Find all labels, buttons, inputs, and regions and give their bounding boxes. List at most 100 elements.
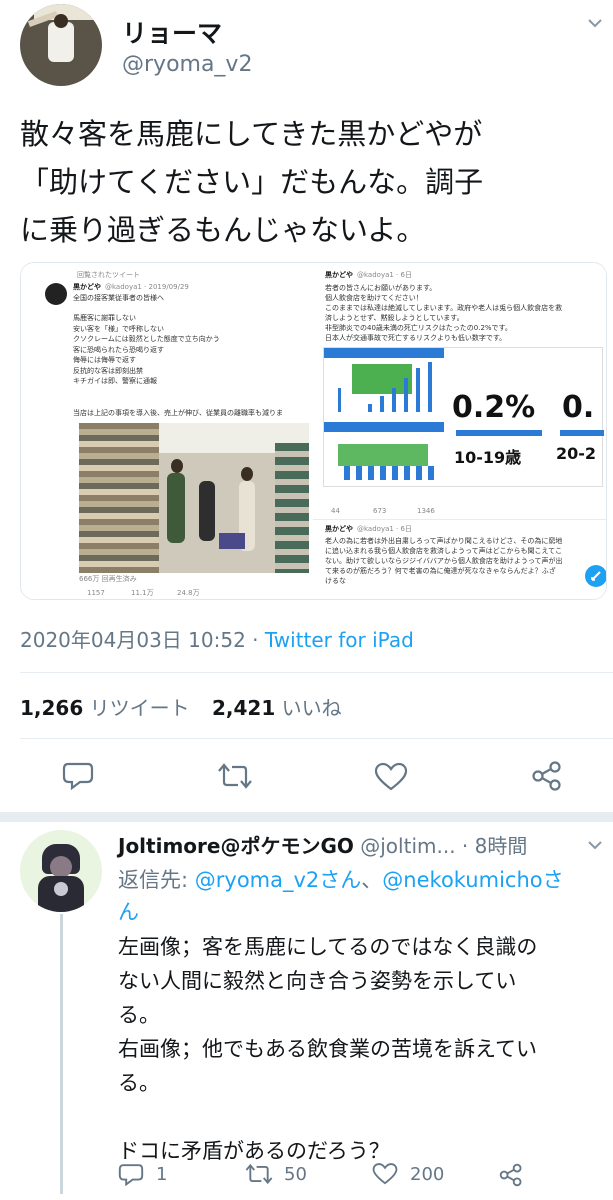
reply-icon[interactable] [118, 1162, 144, 1186]
embedded-meta: @kadoya1 · 6日 [357, 271, 412, 279]
embedded-stat: 44 [331, 507, 340, 515]
embedded-name: 黒かどや [325, 525, 353, 533]
retweet-icon[interactable] [216, 762, 254, 790]
rule-line: 反抗的な客は即刻出禁 [73, 366, 143, 375]
tweet-timestamp-row: 2020年04月03日 10:52 · Twitter for iPad [20, 624, 414, 653]
embedded-stat: 11.1万 [131, 589, 154, 597]
display-name[interactable]: リョーマ [122, 14, 222, 50]
tweet-text-line: 散々客を馬鹿にしてきた黒かどやが [20, 117, 483, 151]
reply-text-line [118, 1100, 537, 1134]
chart-big-label: 10-19歳 [454, 448, 522, 467]
chart-thumbnail: 0.2% 0. 10-19歳 20-2 [323, 347, 604, 487]
embedded-footer-line: 当店は上記の事項を導入後、売上が伸び、従業員の離職率も減りま [73, 409, 283, 417]
embedded-subtitle: 全国の接客業従事者の皆様へ [73, 294, 164, 302]
avatar[interactable] [20, 4, 102, 86]
like-icon[interactable] [374, 762, 408, 792]
share-icon[interactable] [498, 1162, 524, 1188]
divider [20, 672, 613, 673]
embedded-views: 666万 回再生済み [79, 575, 137, 583]
rt-label: 回覧されたツイート [77, 271, 140, 279]
reply-time[interactable]: · 8時間 [462, 834, 527, 858]
mention-separator: 、 [361, 868, 383, 892]
avatar[interactable] [20, 830, 102, 912]
body-line: 日本人が交通事故で死亡するリスクよりも低い数字です。 [325, 334, 507, 342]
rule-line: クソクレームには毅然とした態度で立ち向かう [73, 335, 220, 343]
section-divider [0, 812, 613, 822]
body-line: に追い込まれる我ら個人飲食店を救済しようって声はどこからも聞こえてこ [325, 547, 563, 555]
like-label[interactable]: いいね [282, 696, 342, 720]
embedded-stat: 1157 [87, 589, 105, 597]
display-name[interactable]: Joltimore@ポケモンGO [118, 834, 354, 858]
chevron-down-icon[interactable] [588, 840, 602, 850]
reply-text-line: 右画像；他でもある飲食業の苦境を訴えてい [118, 1037, 537, 1061]
body-line: ない。助けて欲しいならジジイババアから個人飲食店を助けようって声が出 [325, 557, 563, 565]
mention-link[interactable]: @nekokumichoさ [382, 868, 563, 892]
reply-icon[interactable] [62, 760, 94, 790]
user-handle[interactable]: @ryoma_v2 [122, 52, 252, 77]
reply-text-line: る。 [118, 1071, 160, 1095]
embedded-meta: @kadoya1 · 2019/09/29 [105, 283, 189, 291]
embedded-rules: 馬鹿客に謝罪しない 安い客を「様」で呼称しない クソクレームには毅然とした態度で… [73, 313, 220, 387]
retweet-count: 50 [284, 1164, 307, 1185]
timestamp[interactable]: 2020年04月03日 10:52 [20, 628, 246, 652]
tweet-media[interactable]: 回覧されたツイート 黒かどや @kadoya1 · 2019/09/29 全国の… [20, 262, 607, 600]
body-line: このままでは私達は絶滅してしまいます。政府や老人は兎ら個人飲食店を救 [325, 304, 563, 312]
mention-link-wrap[interactable]: ん [118, 900, 139, 924]
like-icon[interactable] [372, 1162, 398, 1186]
reply-text-line: る。 [118, 1003, 160, 1027]
engagement-counts: 1,266 リツイート 2,421 いいね [20, 692, 342, 721]
divider [20, 738, 613, 739]
tweet-text-line: 「助けてください」だもんな。調子 [20, 165, 484, 199]
reply-prefix: 返信先: [118, 868, 189, 892]
body-line: 済しようとせず、黙殺しようとしています。 [325, 314, 464, 322]
mention-link[interactable]: @ryoma_v2さん [195, 868, 362, 892]
reply-text-line: 左画像；客を馬鹿にしてるのではなく良識の [118, 935, 538, 959]
media-image-right[interactable]: 黒かどや @kadoya1 · 6日 若者の皆さんにお願いがあります。 個人飲食… [313, 263, 606, 599]
body-line: けるな [325, 577, 346, 585]
chevron-down-icon[interactable] [588, 18, 602, 28]
reply-text-line: ない人間に毅然と向き合う姿勢を示してい [118, 969, 517, 993]
reply-count: 1 [156, 1164, 168, 1185]
reply-text: 左画像；客を馬鹿にしてるのではなく良識の ない人間に毅然と向き合う姿勢を示してい… [118, 930, 537, 1168]
rule-line: 侮辱には侮辱で返す [73, 356, 136, 364]
body-line: 非型肺炎での40歳未満の死亡リスクはたったの0.2%です。 [325, 324, 512, 332]
chart-big-label: 20-2 [556, 444, 597, 463]
body-line: 個人飲食店を助けてください！ [325, 294, 423, 302]
rule-line: 馬鹿客に謝罪しない [73, 314, 136, 322]
reply-header: Joltimore@ポケモンGO @joltim... · 8時間 [118, 830, 527, 859]
embedded-stat: 24.8万 [177, 589, 200, 597]
compose-icon[interactable] [585, 565, 606, 587]
embedded-stat: 1346 [417, 507, 435, 515]
body-line: 老人の為に若者は外出自粛しろって声ばかり聞こえるけどさ、その為に窮地 [325, 537, 563, 545]
client-link[interactable]: Twitter for iPad [265, 628, 414, 652]
like-count: 200 [410, 1164, 445, 1185]
retweet-count[interactable]: 1,266 [20, 696, 83, 720]
reply-to: 返信先: @ryoma_v2さん、@nekokumichoさ ん [118, 864, 608, 928]
separator-dot: · [245, 628, 265, 652]
media-image-left[interactable]: 回覧されたツイート 黒かどや @kadoya1 · 2019/09/29 全国の… [21, 263, 311, 599]
rule-line: 安い客を「様」で呼称しない [73, 324, 164, 333]
tweet-text: 散々客を馬鹿にしてきた黒かどやが 「助けてください」だもんな。調子 に乗り過ぎる… [20, 110, 483, 254]
retweet-icon[interactable] [244, 1162, 274, 1186]
body-line: 若者の皆さんにお願いがあります。 [325, 284, 437, 292]
thread-line [60, 914, 63, 1194]
store-photo [79, 423, 309, 573]
chart-big-value: 0.2% [452, 390, 536, 425]
embedded-body: 若者の皆さんにお願いがあります。 個人飲食店を助けてください！ このままでは私達… [325, 283, 562, 343]
share-icon[interactable] [530, 760, 564, 792]
embedded-avatar [45, 283, 67, 305]
embedded-name: 黒かどや [325, 271, 353, 279]
tweet-text-line: に乗り過ぎるもんじゃないよ。 [20, 213, 426, 247]
reply-action-bar: 1 50 200 [118, 1160, 598, 1190]
like-count[interactable]: 2,421 [212, 696, 275, 720]
embedded-stat: 673 [373, 507, 387, 515]
rule-line: キチガイは即、警察に通報 [73, 377, 157, 385]
rule-line: 客に恐喝られたら恐喝り返す [73, 345, 164, 354]
body-line: て来るのが筋だろう？何で老害の為に俺達が死ななきゃならんだよ？ふざ [325, 567, 556, 575]
user-handle[interactable]: @joltim... [360, 834, 455, 858]
embedded-body: 老人の為に若者は外出自粛しろって声ばかり聞こえるけどさ、その為に窮地 に追い込ま… [325, 536, 563, 586]
chart-big-value: 0. [562, 390, 595, 425]
embedded-name: 黒かどや [73, 283, 101, 291]
embedded-meta: @kadoya1 · 6日 [357, 525, 412, 533]
retweet-label[interactable]: リツイート [90, 696, 190, 720]
